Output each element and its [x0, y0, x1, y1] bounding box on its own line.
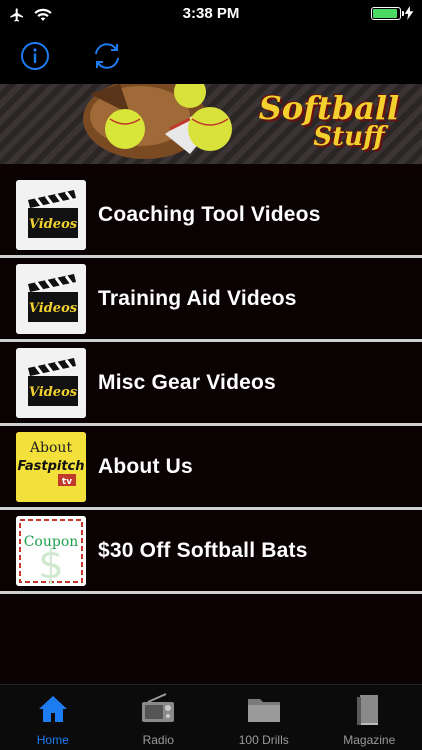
video-clapperboard-icon: Videos	[16, 264, 86, 334]
glove-and-balls-image	[83, 84, 232, 159]
banner-title-line1: Softball	[258, 89, 400, 127]
menu-item-label: $30 Off Softball Bats	[98, 539, 308, 562]
info-icon	[21, 42, 49, 70]
tab-label: Magazine	[343, 733, 396, 747]
info-button[interactable]	[17, 38, 53, 74]
status-right	[371, 6, 414, 20]
menu-item-label: Training Aid Videos	[98, 287, 297, 310]
book-icon	[357, 695, 379, 725]
menu-item-training-aid-videos[interactable]: Videos Training Aid Videos	[0, 258, 422, 342]
menu-item-about-us[interactable]: About Fastpitch tv About Us	[0, 426, 422, 510]
app-screen: 3:38 PM Softball Stuff Videos Coaching T…	[0, 0, 422, 750]
status-time: 3:38 PM	[182, 5, 240, 22]
menu-item-30-off-softball-bats[interactable]: $ Coupon $30 Off Softball Bats	[0, 510, 422, 594]
tab-label: Home	[36, 733, 69, 747]
status-bar: 3:38 PM	[0, 0, 422, 30]
tab-label: 100 Drills	[238, 733, 289, 747]
tab-bar: Home Radio 100 Drills Magazine	[0, 684, 422, 750]
svg-text:Videos: Videos	[29, 301, 78, 316]
tab-magazine[interactable]: Magazine	[317, 685, 422, 750]
video-clapperboard-icon: Videos	[16, 180, 86, 250]
refresh-icon	[95, 43, 119, 69]
about-fastpitch-icon: About Fastpitch tv	[16, 432, 86, 502]
tab-radio[interactable]: Radio	[106, 685, 212, 750]
svg-text:Coupon: Coupon	[24, 534, 79, 550]
video-clapperboard-icon: Videos	[16, 348, 86, 418]
menu-item-label: About Us	[98, 455, 193, 478]
folder-icon	[247, 699, 280, 722]
svg-text:Videos: Videos	[29, 385, 78, 400]
menu-item-label: Misc Gear Videos	[98, 371, 276, 394]
svg-text:tv: tv	[62, 477, 72, 487]
svg-text:Videos: Videos	[29, 217, 78, 232]
nav-bar	[0, 30, 422, 84]
banner-title-line2: Stuff	[313, 122, 385, 152]
battery-icon	[371, 6, 404, 20]
tab-100-drills[interactable]: 100 Drills	[211, 685, 317, 750]
svg-text:About: About	[29, 440, 73, 456]
menu-item-misc-gear-videos[interactable]: Videos Misc Gear Videos	[0, 342, 422, 426]
softball-stuff-banner: Softball Stuff	[0, 84, 422, 164]
svg-text:Fastpitch: Fastpitch	[17, 459, 84, 474]
charging-bolt-icon	[404, 6, 414, 20]
home-icon	[38, 696, 67, 722]
tab-label: Radio	[142, 733, 174, 747]
banner-title: Softball Stuff	[254, 92, 404, 150]
coupon-icon: $ Coupon	[16, 516, 86, 586]
battery-fill	[373, 8, 397, 18]
radio-icon	[142, 693, 175, 722]
refresh-button[interactable]	[89, 38, 125, 74]
menu-list: Videos Coaching Tool Videos Videos Train…	[0, 174, 422, 594]
menu-item-coaching-tool-videos[interactable]: Videos Coaching Tool Videos	[0, 174, 422, 258]
menu-item-label: Coaching Tool Videos	[98, 203, 321, 226]
tab-home[interactable]: Home	[0, 685, 106, 750]
